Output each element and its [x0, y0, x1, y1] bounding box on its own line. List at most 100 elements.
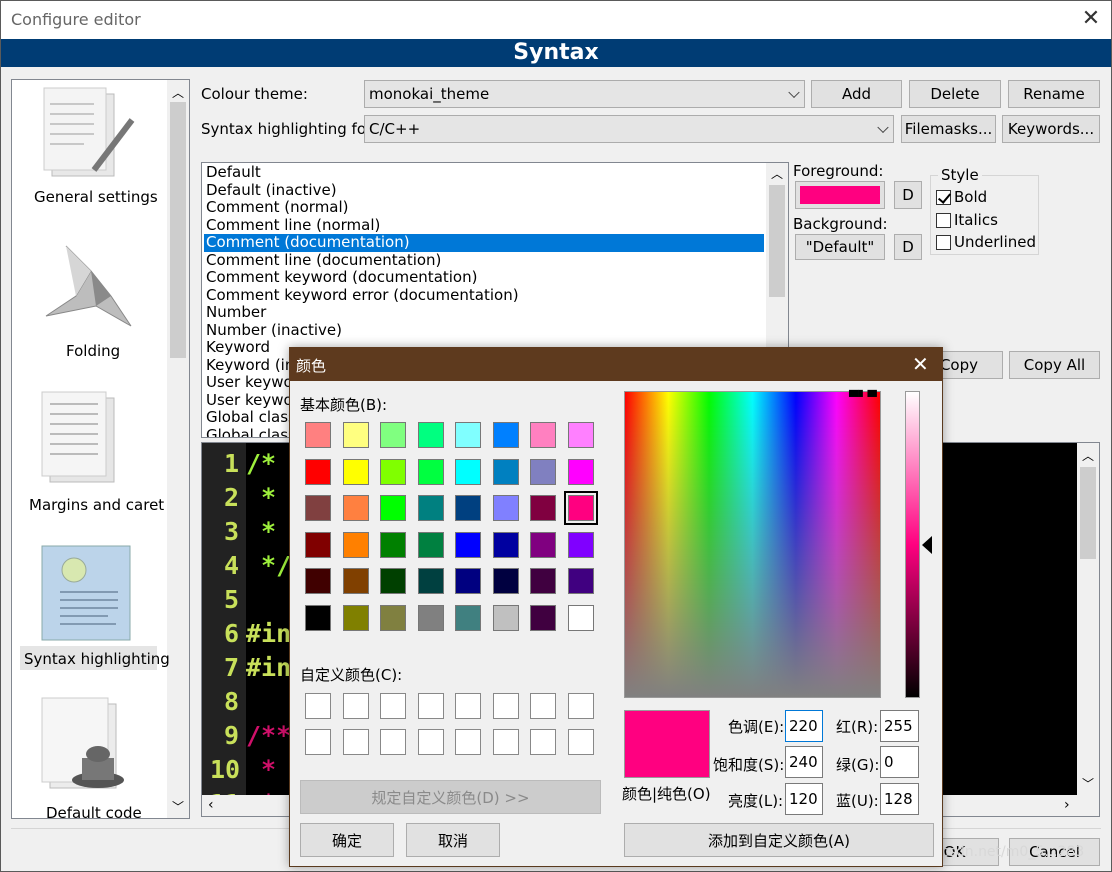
basic-color-swatch[interactable]: [530, 568, 556, 594]
basic-color-swatch[interactable]: [305, 568, 331, 594]
basic-color-swatch[interactable]: [380, 531, 406, 558]
scroll-up-icon[interactable]: ︿: [1082, 447, 1094, 464]
basic-color-swatch[interactable]: [417, 495, 444, 521]
basic-color-swatch[interactable]: [417, 458, 444, 485]
dialog-cancel-button[interactable]: 取消: [406, 823, 500, 857]
basic-color-swatch[interactable]: [530, 604, 556, 631]
scroll-thumb[interactable]: [170, 102, 186, 358]
basic-color-swatch[interactable]: [305, 495, 331, 521]
custom-color-swatch[interactable]: [342, 729, 369, 755]
basic-color-swatch[interactable]: [380, 568, 406, 594]
bold-checkbox[interactable]: Bold: [936, 188, 987, 206]
style-list-item[interactable]: Comment line (documentation): [204, 251, 766, 270]
scroll-right-icon[interactable]: ›: [1064, 797, 1070, 813]
basic-color-swatch[interactable]: [530, 495, 556, 521]
slider-arrow-icon[interactable]: [922, 536, 932, 554]
italics-checkbox[interactable]: Italics: [936, 211, 998, 229]
basic-color-swatch[interactable]: [380, 604, 406, 631]
blue-input[interactable]: 128: [880, 783, 919, 815]
custom-color-swatch[interactable]: [380, 693, 406, 719]
style-list-item[interactable]: Comment keyword (documentation): [204, 268, 766, 287]
basic-color-swatch[interactable]: [305, 458, 331, 485]
sidebar-item-syntax[interactable]: Syntax highlighting: [14, 540, 170, 674]
basic-color-swatch[interactable]: [530, 422, 556, 448]
basic-color-swatch[interactable]: [567, 458, 594, 485]
custom-color-swatch[interactable]: [530, 693, 556, 719]
scroll-up-icon[interactable]: ︿: [172, 84, 184, 101]
color-spectrum[interactable]: [624, 391, 881, 698]
basic-color-swatch[interactable]: [342, 495, 369, 521]
custom-color-swatch[interactable]: [492, 729, 519, 755]
filemasks-button[interactable]: Filemasks...: [901, 115, 996, 143]
lum-input[interactable]: 120: [785, 783, 823, 815]
add-button[interactable]: Add: [811, 80, 902, 108]
basic-color-swatch[interactable]: [305, 531, 331, 558]
basic-color-swatch[interactable]: [342, 531, 369, 558]
define-custom-button[interactable]: 规定自定义颜色(D) >>: [300, 780, 601, 814]
basic-color-swatch[interactable]: [380, 422, 406, 448]
custom-color-swatch[interactable]: [567, 729, 594, 755]
basic-color-swatch[interactable]: [567, 531, 594, 558]
scroll-down-icon[interactable]: ﹀: [172, 798, 184, 815]
basic-color-swatch[interactable]: [563, 491, 598, 525]
underlined-checkbox[interactable]: Underlined: [936, 233, 1036, 251]
custom-color-swatch[interactable]: [305, 729, 331, 755]
hue-input[interactable]: 220: [785, 710, 823, 742]
custom-color-swatch[interactable]: [305, 693, 331, 719]
colour-theme-select[interactable]: monokai_theme: [364, 80, 805, 108]
basic-color-swatch[interactable]: [567, 604, 594, 631]
luminance-slider[interactable]: [905, 391, 920, 698]
close-icon[interactable]: ✕: [1080, 8, 1102, 30]
custom-color-swatch[interactable]: [417, 693, 444, 719]
keywords-button[interactable]: Keywords...: [1002, 115, 1100, 143]
custom-color-swatch[interactable]: [492, 693, 519, 719]
scroll-left-icon[interactable]: ‹: [208, 797, 214, 813]
basic-color-swatch[interactable]: [567, 422, 594, 448]
basic-color-swatch[interactable]: [530, 458, 556, 485]
basic-color-swatch[interactable]: [342, 568, 369, 594]
custom-color-swatch[interactable]: [455, 693, 481, 719]
sidebar-item-margins[interactable]: Margins and caret: [14, 386, 166, 516]
style-list-item[interactable]: Default (inactive): [204, 181, 766, 200]
foreground-color-button[interactable]: [795, 181, 885, 209]
basic-color-swatch[interactable]: [305, 604, 331, 631]
basic-color-swatch[interactable]: [305, 422, 331, 448]
green-input[interactable]: 0: [880, 746, 919, 778]
scroll-thumb[interactable]: [1080, 467, 1096, 559]
dialog-close-icon[interactable]: ✕: [912, 352, 929, 376]
sidebar-item-default-code[interactable]: Default code: [14, 694, 166, 822]
style-list-item[interactable]: Comment line (normal): [204, 216, 766, 235]
custom-color-swatch[interactable]: [455, 729, 481, 755]
basic-color-swatch[interactable]: [455, 604, 481, 631]
basic-color-swatch[interactable]: [492, 531, 519, 558]
red-input[interactable]: 255: [880, 710, 919, 742]
copy-all-button[interactable]: Copy All: [1009, 351, 1100, 379]
style-list-item[interactable]: Comment (documentation): [204, 233, 764, 252]
style-list-item[interactable]: Comment keyword error (documentation): [204, 286, 766, 305]
delete-button[interactable]: Delete: [909, 80, 1001, 108]
basic-color-swatch[interactable]: [417, 568, 444, 594]
basic-color-swatch[interactable]: [417, 604, 444, 631]
custom-color-swatch[interactable]: [342, 693, 369, 719]
dialog-ok-button[interactable]: 确定: [300, 823, 394, 857]
basic-color-swatch[interactable]: [455, 495, 481, 521]
custom-color-swatch[interactable]: [380, 729, 406, 755]
foreground-default-button[interactable]: D: [894, 181, 922, 209]
basic-color-swatch[interactable]: [380, 495, 406, 521]
custom-color-swatch[interactable]: [567, 693, 594, 719]
basic-color-swatch[interactable]: [455, 531, 481, 558]
scroll-thumb[interactable]: [769, 185, 785, 297]
sat-input[interactable]: 240: [785, 746, 823, 778]
sidebar-item-folding[interactable]: Folding: [14, 232, 166, 362]
basic-color-swatch[interactable]: [417, 531, 444, 558]
custom-color-swatch[interactable]: [530, 729, 556, 755]
basic-color-swatch[interactable]: [342, 458, 369, 485]
basic-color-swatch[interactable]: [455, 422, 481, 448]
scroll-down-icon[interactable]: ﹀: [1082, 775, 1094, 792]
syntax-language-select[interactable]: C/C++: [364, 115, 894, 143]
basic-color-swatch[interactable]: [455, 458, 481, 485]
style-list-item[interactable]: Number: [204, 303, 766, 322]
basic-color-swatch[interactable]: [417, 422, 444, 448]
background-default-button[interactable]: D: [894, 234, 922, 260]
sidebar-scrollbar[interactable]: ︿ ﹀: [167, 80, 189, 818]
